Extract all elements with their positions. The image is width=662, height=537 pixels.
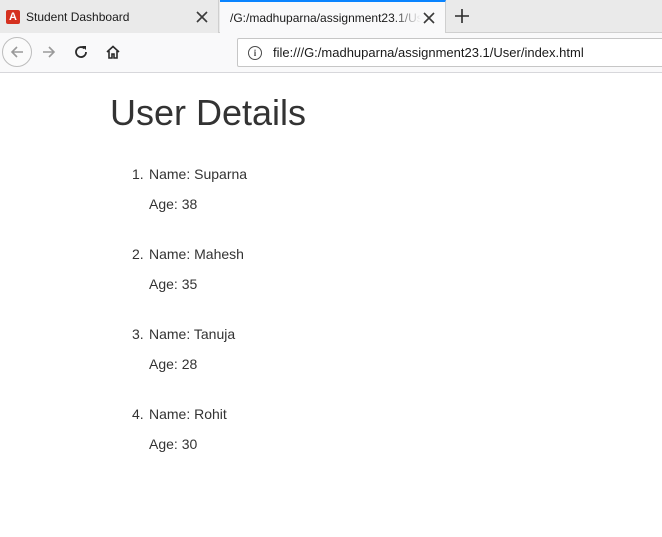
tab-title: /G:/madhuparna/assignment23.1/User/index… (230, 11, 421, 25)
user-name: Name: Tanuja (149, 326, 236, 342)
plus-icon[interactable] (450, 4, 474, 28)
user-age: Age: 30 (149, 436, 198, 452)
tab-strip: A Student Dashboard /G:/madhuparna/assig… (0, 0, 662, 34)
list-item-number: 1. (132, 166, 144, 182)
url-bar[interactable]: i file:///G:/madhuparna/assignment23.1/U… (237, 38, 662, 67)
close-icon[interactable] (194, 9, 210, 25)
forward-arrow-icon[interactable] (34, 37, 64, 67)
user-name: Name: Rohit (149, 406, 227, 422)
user-age: Age: 28 (149, 356, 198, 372)
tab-user-index[interactable]: /G:/madhuparna/assignment23.1/User/index… (220, 0, 446, 34)
url-text[interactable]: file:///G:/madhuparna/assignment23.1/Use… (273, 45, 584, 60)
user-name: Name: Mahesh (149, 246, 244, 262)
user-age: Age: 38 (149, 196, 198, 212)
home-icon[interactable] (98, 37, 128, 67)
reload-icon[interactable] (66, 37, 96, 67)
user-name: Name: Suparna (149, 166, 248, 182)
info-icon[interactable]: i (248, 45, 262, 60)
page-title: User Details (110, 92, 307, 133)
back-arrow-icon[interactable] (2, 37, 32, 67)
user-age: Age: 35 (149, 276, 198, 292)
app-favicon-icon: A (6, 9, 20, 24)
navigation-bar: i file:///G:/madhuparna/assignment23.1/U… (0, 33, 662, 73)
list-item-number: 2. (132, 246, 144, 262)
tab-student-dashboard[interactable]: A Student Dashboard (0, 0, 219, 33)
list-item-number: 4. (132, 406, 144, 422)
close-icon[interactable] (421, 10, 437, 26)
list-item-number: 3. (132, 326, 144, 342)
tab-title: Student Dashboard (26, 9, 130, 24)
